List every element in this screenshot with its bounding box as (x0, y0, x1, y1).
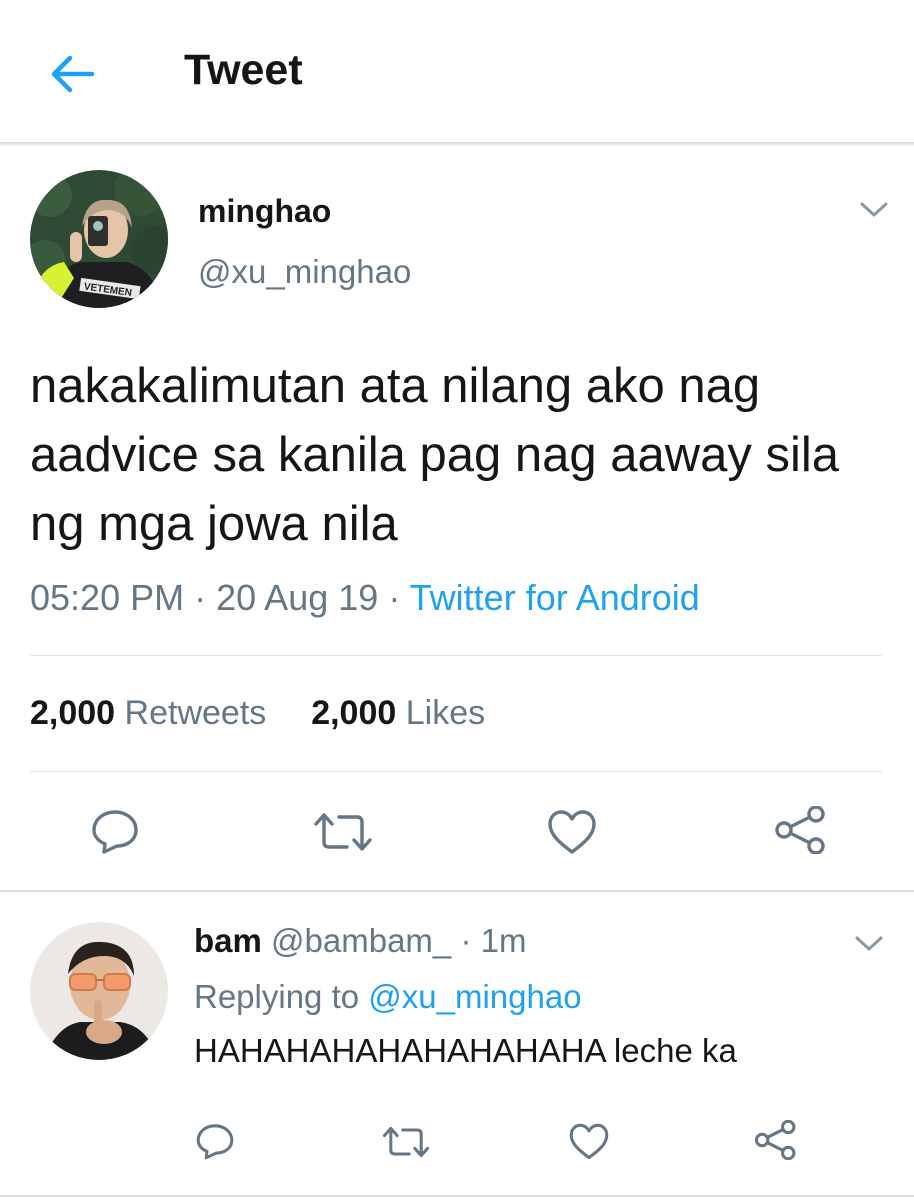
arrow-left-icon (51, 55, 95, 93)
retweets-stat[interactable]: 2,000 Retweets (30, 694, 266, 732)
replying-label: Replying to (194, 978, 360, 1015)
app-header: Tweet (0, 0, 914, 142)
reply-icon (196, 1124, 234, 1160)
reply-button[interactable] (90, 808, 140, 859)
author-name[interactable]: minghao (198, 193, 331, 230)
avatar[interactable]: VETEMEN (30, 170, 168, 308)
retweets-label: Retweets (124, 694, 267, 732)
chevron-down-icon (860, 202, 888, 217)
divider (30, 655, 882, 656)
reply-icon (92, 810, 138, 854)
tweet-date: 20 Aug 19 (216, 577, 379, 618)
reply-avatar[interactable] (30, 922, 168, 1060)
chevron-down-icon (855, 936, 883, 951)
reply-text: HAHAHAHAHAHAHAHAHA leche ka (194, 1032, 737, 1069)
author-handle[interactable]: @xu_minghao (198, 253, 411, 291)
likes-label: Likes (405, 694, 486, 732)
heart-icon (569, 1123, 609, 1160)
meta-separator: · (388, 577, 401, 618)
reply-time: 1m (480, 922, 527, 959)
meta-separator: · (460, 922, 472, 959)
section-divider (0, 1195, 914, 1197)
reply-header: bam @bambam_ · 1m (194, 922, 526, 960)
likes-stat[interactable]: 2,000 Likes (311, 694, 485, 732)
like-button[interactable] (546, 808, 598, 861)
replying-handle-link[interactable]: @xu_minghao (368, 978, 581, 1015)
reply-author-name[interactable]: bam (194, 922, 262, 959)
tweet-meta: 05:20 PM · 20 Aug 19 · Twitter for Andro… (30, 577, 700, 619)
tweet-stats: 2,000 Retweets 2,000 Likes (30, 694, 485, 733)
reply-share-button[interactable] (754, 1119, 798, 1165)
reply-reply-button[interactable] (195, 1122, 235, 1165)
page-title: Tweet (184, 46, 303, 94)
retweet-button[interactable] (313, 810, 373, 859)
share-icon (775, 805, 825, 855)
likes-count: 2,000 (311, 694, 397, 732)
header-divider (0, 142, 914, 146)
back-button[interactable] (48, 52, 96, 96)
section-divider (0, 890, 914, 892)
reply-author-handle[interactable]: @bambam_ (271, 922, 451, 959)
reply-like-button[interactable] (568, 1122, 610, 1166)
retweet-icon (382, 1126, 430, 1158)
share-button[interactable] (774, 805, 828, 859)
reply-retweet-button[interactable] (382, 1124, 430, 1165)
meta-separator: · (194, 577, 207, 618)
tweet-source-link[interactable]: Twitter for Android (410, 577, 700, 618)
tweet-menu-button[interactable] (858, 198, 890, 220)
tweet-time: 05:20 PM (30, 577, 185, 618)
replying-to: Replying to @xu_minghao (194, 978, 582, 1016)
share-icon (754, 1119, 796, 1161)
heart-icon (548, 810, 596, 854)
tweet-text: nakakalimutan ata nilang ako nag aadvice… (30, 359, 840, 551)
retweet-icon (314, 813, 372, 851)
retweets-count: 2,000 (30, 694, 116, 732)
reply-menu-button[interactable] (853, 932, 885, 954)
divider (30, 771, 882, 772)
